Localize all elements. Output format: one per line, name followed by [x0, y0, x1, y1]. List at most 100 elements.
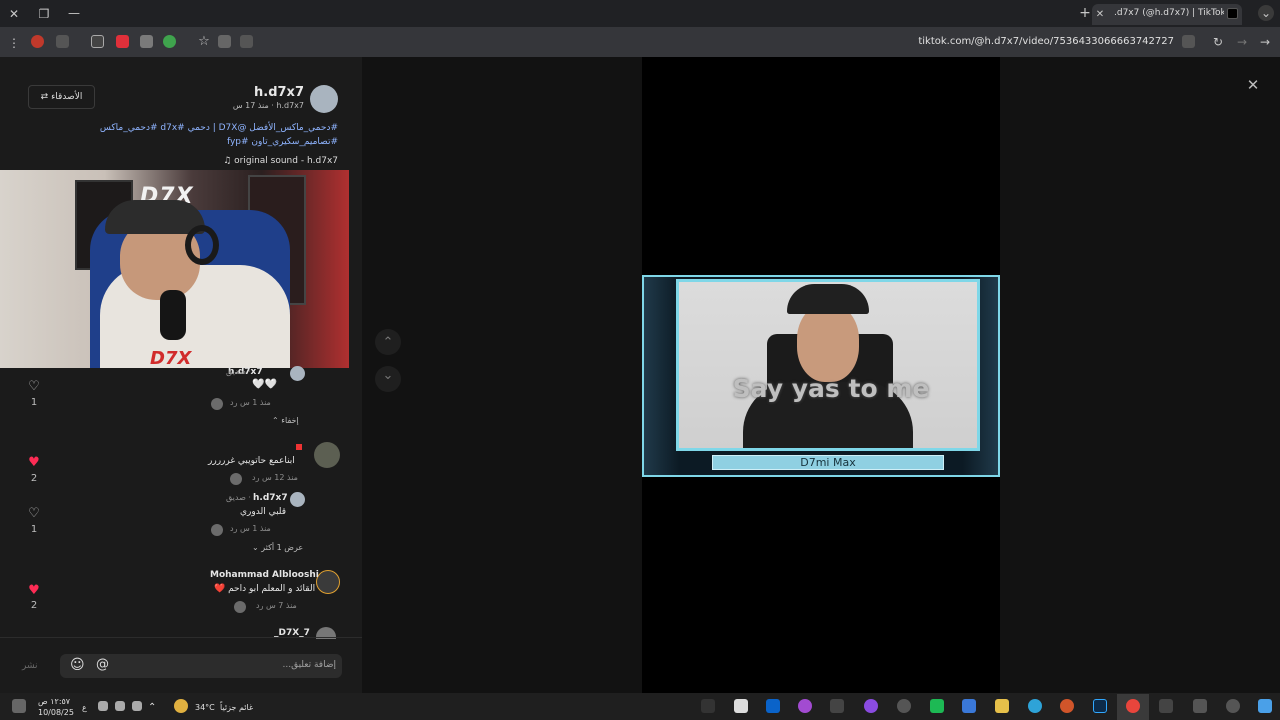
video-person-face — [797, 304, 859, 382]
share-icon[interactable] — [218, 35, 231, 48]
comment-avatar[interactable] — [314, 442, 340, 468]
author-username[interactable]: h.d7x7 — [200, 85, 304, 100]
comment-text: قلبي الدوري — [240, 507, 287, 517]
comment-like-count: 1 — [30, 524, 38, 535]
taskbar-notepad-icon[interactable] — [734, 699, 748, 713]
new-tab-button[interactable]: + — [1077, 5, 1093, 21]
extensions-puzzle-icon[interactable] — [91, 35, 104, 48]
comment-text: القائد و المعلم ابو داحم ❤️ — [214, 584, 316, 594]
comment-input-placeholder[interactable]: إضافة تعليق... — [282, 660, 336, 670]
adblock-icon[interactable] — [116, 35, 129, 48]
taskbar-app-m-icon[interactable] — [962, 699, 976, 713]
taskbar-media-icon[interactable] — [897, 699, 911, 713]
creator-like-avatar — [211, 524, 223, 536]
comment-heart-filled-icon[interactable]: ♥ — [26, 455, 42, 470]
menu-dots-icon[interactable]: ⋮ — [6, 35, 22, 51]
friends-button[interactable]: ⇄ الأصدقاء — [28, 85, 95, 109]
video-player[interactable]: Say yas to me D7mi Max — [642, 57, 1000, 693]
comment-avatar[interactable] — [316, 570, 340, 594]
sound-link[interactable]: original sound - h.d7x7 ♫ — [120, 156, 338, 166]
volume-icon[interactable] — [98, 701, 108, 711]
site-settings-icon[interactable] — [1182, 35, 1195, 48]
caption-line-1[interactable]: #دحمي_ماكس_الأفضل @D7X | دحمي #d7x #دحمي… — [100, 123, 338, 133]
window-restore-button[interactable]: ❐ — [36, 6, 52, 22]
author-avatar[interactable] — [310, 85, 338, 113]
tiktok-video-page: h.d7x7 h.d7x7 · منذ 17 س ⇄ الأصدقاء #دحم… — [0, 57, 1280, 693]
taskbar-photoshop-icon[interactable] — [1093, 699, 1107, 713]
address-bar-url[interactable]: tiktok.com/@h.d7x7/video/753643306666374… — [918, 36, 1174, 47]
taskbar-app-purple-icon[interactable] — [798, 699, 812, 713]
comment-like-count: 1 — [30, 397, 38, 408]
window-minimize-button[interactable]: — — [66, 5, 82, 21]
extension-red-icon[interactable] — [31, 35, 44, 48]
extension-green-icon[interactable] — [163, 35, 176, 48]
creator-like-avatar — [211, 398, 223, 410]
taskbar-app-icon[interactable] — [701, 699, 715, 713]
divider — [0, 637, 362, 638]
close-video-icon[interactable]: ✕ — [1244, 76, 1262, 94]
comment-badge-icon — [296, 444, 302, 450]
comment-text: ابناعمع حاتويبي غررررر — [208, 456, 295, 466]
comment-like-count: 2 — [30, 473, 38, 484]
headphones — [185, 225, 219, 265]
taskbar-app-dark-icon[interactable] — [1159, 699, 1173, 713]
comment-meta[interactable]: منذ 1 س رد — [230, 398, 271, 407]
notification-center-icon[interactable] — [12, 699, 26, 713]
video-content: Say yas to me — [676, 279, 980, 451]
comment-avatar[interactable] — [290, 366, 305, 381]
taskbar-file-explorer-icon[interactable] — [995, 699, 1009, 713]
emoji-icon[interactable]: ☺ — [70, 657, 85, 673]
video-person-hat — [787, 284, 869, 314]
comment-heart-icon[interactable]: ♡ — [26, 379, 42, 394]
weather-partly-cloudy-icon[interactable] — [174, 699, 188, 713]
search-icon[interactable] — [1226, 699, 1240, 713]
weather-text[interactable]: غائم جزئياً — [220, 703, 253, 712]
extension-gray-icon[interactable] — [140, 35, 153, 48]
next-video-button[interactable]: ⌄ — [375, 366, 401, 392]
mention-icon[interactable]: @ — [96, 657, 109, 672]
hide-replies-button[interactable]: إخفاء ⌃ — [272, 416, 299, 425]
taskbar-date[interactable]: 10/08/25 — [38, 708, 74, 717]
taskbar-outlook-icon[interactable] — [766, 699, 780, 713]
friend-tag: · صديق — [226, 493, 251, 502]
start-button-icon[interactable] — [1258, 699, 1272, 713]
reload-icon[interactable]: ↻ — [1210, 34, 1226, 50]
comment-meta[interactable]: منذ 1 س رد — [230, 524, 271, 533]
battery-icon[interactable] — [132, 701, 142, 711]
bookmark-star-icon[interactable]: ☆ — [196, 34, 212, 50]
view-more-replies-button[interactable]: عرض 1 أكثر ⌄ — [252, 543, 303, 552]
task-view-icon[interactable] — [1193, 699, 1207, 713]
weather-temp[interactable]: 34°C — [195, 703, 215, 712]
input-language[interactable]: ع — [82, 703, 87, 712]
taskbar-app-pen-icon[interactable] — [830, 699, 844, 713]
taskbar-app-green-icon[interactable] — [930, 699, 944, 713]
tab-search-dropdown-button[interactable]: ⌄ — [1258, 5, 1274, 21]
extension-list-icon[interactable] — [56, 35, 69, 48]
tab-close-icon[interactable]: ✕ — [1092, 7, 1108, 23]
post-comment-button[interactable]: نشر — [22, 661, 38, 671]
tab-tiktok[interactable]: ✕ .d7x7 (@h.d7x7) | TikTok(5) — [1092, 4, 1242, 25]
comment-avatar[interactable] — [290, 492, 305, 507]
comment-author[interactable]: h.d7x7 — [253, 493, 288, 503]
forward-arrow-icon[interactable]: → — [1234, 34, 1250, 50]
caption-line-2[interactable]: #تصاميم_سكيري_تاون #fyp — [100, 137, 338, 147]
back-arrow-icon[interactable]: → — [1257, 34, 1273, 50]
taskbar-edge-icon[interactable] — [1028, 699, 1042, 713]
taskbar-app-circle-icon[interactable] — [864, 699, 878, 713]
comment-input-box[interactable]: إضافة تعليق... @ ☺ — [60, 654, 342, 678]
window-close-button[interactable]: ✕ — [6, 6, 22, 22]
creator-like-avatar — [234, 601, 246, 613]
comment-heart-filled-icon[interactable]: ♥ — [26, 583, 42, 598]
taskbar-time[interactable]: ١٢:٥٧ ص — [38, 697, 70, 706]
comment-heart-icon[interactable]: ♡ — [26, 506, 42, 521]
comment-author[interactable]: Mohammad Alblooshi — [210, 570, 319, 580]
comment-like-count: 2 — [30, 600, 38, 611]
install-app-icon[interactable] — [240, 35, 253, 48]
show-hidden-icons-chevron-icon[interactable]: ⌃ — [148, 702, 156, 713]
comment-meta[interactable]: منذ 12 س رد — [252, 473, 298, 482]
network-icon[interactable] — [115, 701, 125, 711]
taskbar-chrome-icon[interactable] — [1126, 699, 1140, 713]
comment-meta[interactable]: منذ 7 س رد — [256, 601, 297, 610]
taskbar-firefox-icon[interactable] — [1060, 699, 1074, 713]
previous-video-button[interactable]: ⌃ — [375, 329, 401, 355]
